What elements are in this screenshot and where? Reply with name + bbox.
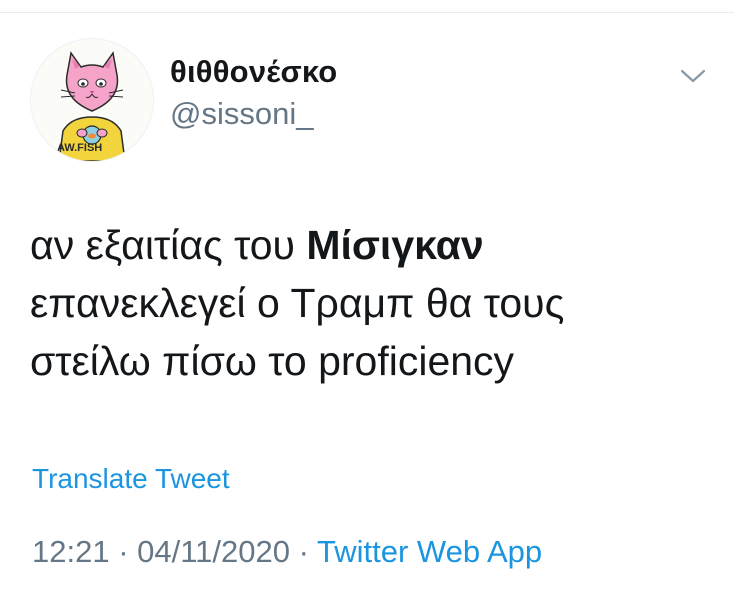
tweet: AW.FISH θιθθονέσκο @sissoni_ αν εξαιτίας… [0,0,734,598]
translate-tweet-link[interactable]: Translate Tweet [32,461,230,497]
meta-separator: · [109,534,138,569]
tweet-text-line-1: αν εξαιτίας του Μίσιγκαν [30,216,720,274]
display-name[interactable]: θιθθονέσκο [170,54,337,90]
chevron-down-icon [680,69,706,83]
more-options-button[interactable] [677,64,709,88]
tweet-date[interactable]: 04/11/2020 [137,534,290,569]
tweet-text-prefix: αν εξαιτίας του [30,222,307,268]
meta-separator: · [290,534,317,569]
user-handle[interactable]: @sissoni_ [170,96,337,132]
tweet-text-line-3: στείλω πίσω το proficiency [30,338,515,384]
avatar-caption: AW.FISH [57,142,102,154]
avatar-cat-illustration: AW.FISH [57,51,126,161]
tweet-metadata: 12:21 · 04/11/2020 · Twitter Web App [32,533,542,571]
tweet-time[interactable]: 12:21 [32,534,110,569]
tweet-source-link[interactable]: Twitter Web App [317,534,542,569]
author-block: θιθθονέσκο @sissoni_ [170,54,337,132]
tweet-text-bold: Μίσιγκαν [306,222,484,268]
tweet-text-line-2: επανεκλεγεί ο Τραμπ θα τους [30,280,565,326]
tweet-text: αν εξαιτίας του Μίσιγκαν επανεκλεγεί ο Τ… [30,216,720,390]
avatar[interactable]: AW.FISH [30,38,154,162]
